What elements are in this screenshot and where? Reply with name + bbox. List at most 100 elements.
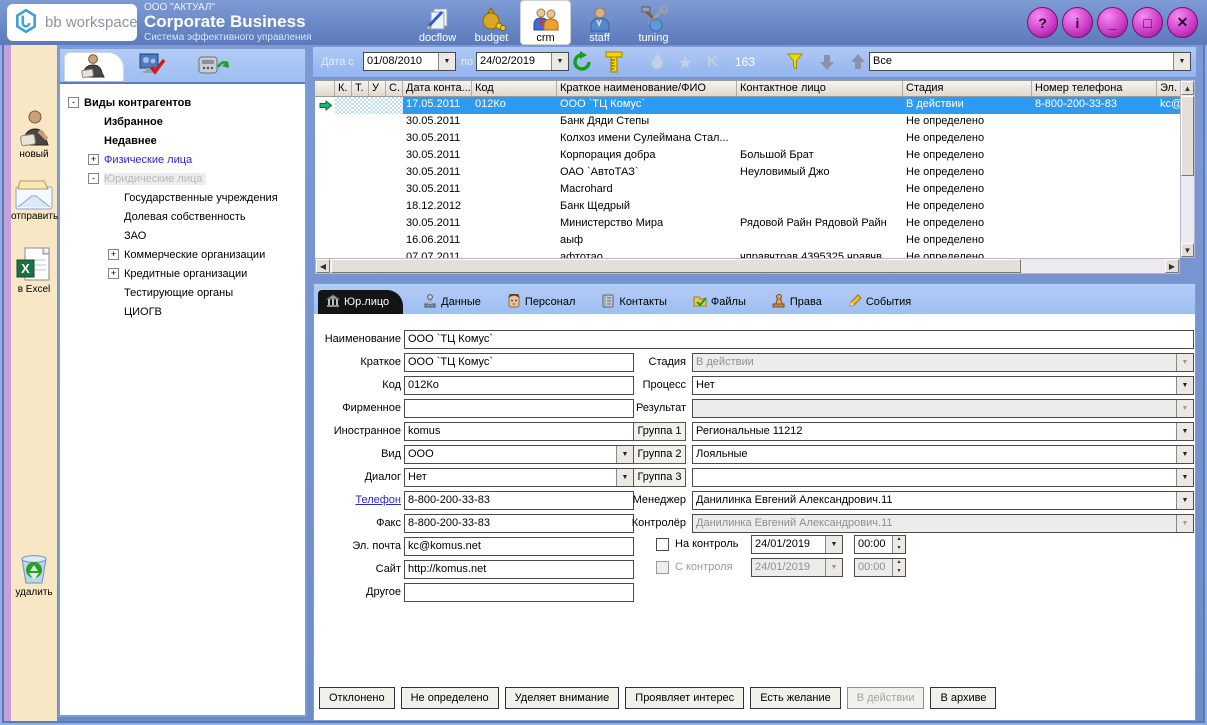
scroll-up-icon[interactable]: ▲: [1181, 81, 1194, 95]
tree-item-vidy-kontragentov[interactable]: - Виды контрагентов: [62, 93, 303, 112]
column-header-email[interactable]: Эл.: [1157, 81, 1180, 96]
tree-item-dolevaya[interactable]: Долевая собственность: [62, 207, 303, 226]
date-from-picker[interactable]: 01/08/2010 ▼: [363, 52, 456, 71]
send-button[interactable]: отправить: [11, 179, 57, 222]
module-staff[interactable]: staff: [575, 1, 624, 44]
horizontal-scrollbar[interactable]: ◀ ▶: [315, 258, 1180, 274]
tree-item-kreditnye[interactable]: + Кредитные организации: [62, 264, 303, 283]
table-row[interactable]: 30.05.2011 Корпорация добра Большой Брат…: [315, 148, 1180, 165]
tab-kontakty[interactable]: Контакты: [595, 290, 673, 314]
kind-select[interactable]: ООО ▼: [404, 445, 634, 464]
chevron-down-icon[interactable]: ▼: [616, 469, 633, 486]
tree-item-kommercheskie[interactable]: + Коммерческие организации: [62, 245, 303, 264]
tree-item-izbrannoe[interactable]: Избранное: [62, 112, 303, 131]
status-v-arhive-button[interactable]: В архиве: [930, 687, 996, 709]
flame-icon[interactable]: [648, 52, 666, 72]
email-field[interactable]: kc@komus.net: [404, 537, 634, 556]
name-field[interactable]: ООО `ТЦ Комус`: [404, 330, 1194, 349]
table-row[interactable]: 30.05.2011 ОАО `АвтоТАЗ` Неуловимый Джо …: [315, 165, 1180, 182]
tree-item-testiruyushchie[interactable]: Тестирующие органы: [62, 283, 303, 302]
minimize-button[interactable]: _: [1097, 7, 1128, 38]
chevron-down-icon[interactable]: ▼: [1176, 469, 1193, 486]
chevron-down-icon[interactable]: ▼: [1176, 492, 1193, 509]
column-header-u[interactable]: У: [369, 81, 386, 96]
chevron-down-icon[interactable]: ▼: [825, 536, 842, 553]
scroll-down-icon[interactable]: ▼: [1181, 243, 1194, 257]
chevron-down-icon[interactable]: ▼: [1173, 53, 1190, 70]
table-row[interactable]: 16.06.2011 аыф Не определено: [315, 233, 1180, 250]
column-header-marker[interactable]: [315, 81, 335, 96]
close-button[interactable]: ✕: [1167, 7, 1198, 38]
manager-select[interactable]: Данилинка Евгений Александрович.11 ▼: [692, 491, 1194, 510]
tab-jur-lico[interactable]: Юр.лицо: [318, 290, 403, 314]
table-row-selected[interactable]: 17.05.2011 012Ко ООО `ТЦ Комус` В действ…: [315, 97, 1180, 114]
status-ne-opredeleno-button[interactable]: Не определено: [401, 687, 499, 709]
help-button[interactable]: ?: [1027, 7, 1058, 38]
phone-link-label[interactable]: Телефон: [316, 494, 401, 506]
table-row[interactable]: 30.05.2011 Министерство Мира Рядовой Рай…: [315, 216, 1180, 233]
tree-item-ciogv[interactable]: ЦИОГВ: [62, 302, 303, 321]
table-row[interactable]: 30.05.2011 Банк Дяди Степы Не определено: [315, 114, 1180, 131]
tree-item-nedavnee[interactable]: Недавнее: [62, 131, 303, 150]
date-to-picker[interactable]: 24/02/2019 ▼: [476, 52, 569, 71]
table-row[interactable]: 30.05.2011 Колхоз имени Сулеймана Стал..…: [315, 131, 1180, 148]
module-tuning[interactable]: tuning: [629, 1, 678, 44]
column-header-stage[interactable]: Стадия: [903, 81, 1032, 96]
tab-prava[interactable]: Права: [766, 290, 828, 314]
info-button[interactable]: i: [1062, 7, 1093, 38]
scope-select[interactable]: Все ▼: [869, 52, 1191, 71]
dialog-select[interactable]: Нет ▼: [404, 468, 634, 487]
status-otkloneno-button[interactable]: Отклонено: [319, 687, 395, 709]
chevron-down-icon[interactable]: ▼: [1176, 423, 1193, 440]
module-budget[interactable]: budget: [467, 1, 516, 44]
new-record-button[interactable]: новый: [11, 109, 57, 160]
arrow-down-icon[interactable]: [818, 53, 836, 71]
chevron-down-icon[interactable]: ▼: [1176, 377, 1193, 394]
site-field[interactable]: http://komus.net: [404, 560, 634, 579]
column-header-code[interactable]: Код: [472, 81, 557, 96]
tab-counterparties[interactable]: [64, 52, 124, 81]
group2-select[interactable]: Лояльные ▼: [692, 445, 1194, 464]
refresh-icon[interactable]: [571, 51, 593, 73]
module-docflow[interactable]: docflow: [413, 1, 462, 44]
tree-item-fizicheskie-lica[interactable]: + Физические лица: [62, 150, 303, 169]
group1-select[interactable]: Региональные 11212 ▼: [692, 422, 1194, 441]
oncontrol-time-spinner[interactable]: 00:00 ▲▼: [854, 535, 906, 554]
column-header-phone[interactable]: Номер телефона: [1032, 81, 1157, 96]
column-header-t[interactable]: Т.: [352, 81, 369, 96]
tab-calls[interactable]: [190, 52, 236, 80]
column-header-contact[interactable]: Контактное лицо: [737, 81, 903, 96]
arrow-up-icon[interactable]: [849, 53, 867, 71]
group1-button[interactable]: Группа 1: [633, 422, 686, 441]
column-header-s[interactable]: С.: [386, 81, 403, 96]
module-crm-active[interactable]: crm: [521, 1, 570, 44]
tree-item-yuridicheskie-lica-selected[interactable]: - Юридические лица: [62, 169, 303, 188]
expand-icon[interactable]: +: [108, 268, 119, 279]
other-field[interactable]: [404, 583, 634, 602]
scroll-left-icon[interactable]: ◀: [316, 259, 330, 273]
vertical-scroll-thumb[interactable]: [1181, 96, 1194, 176]
funnel-filter-icon[interactable]: [785, 52, 805, 72]
maximize-button[interactable]: □: [1132, 7, 1163, 38]
spin-up-icon[interactable]: ▲: [893, 536, 905, 545]
vertical-scrollbar[interactable]: ▲ ▼: [1180, 80, 1195, 258]
tab-sobytiya[interactable]: События: [842, 290, 917, 314]
group3-select[interactable]: ▼: [692, 468, 1194, 487]
group3-button[interactable]: Группа 3: [633, 468, 686, 487]
tab-tasks[interactable]: [132, 52, 172, 80]
oncontrol-checkbox[interactable]: [656, 538, 669, 551]
status-est-zhelanie-button[interactable]: Есть желание: [750, 687, 841, 709]
tab-personal[interactable]: Персонал: [501, 290, 582, 314]
chevron-down-icon[interactable]: ▼: [438, 53, 455, 70]
expand-icon[interactable]: +: [108, 249, 119, 260]
star-icon[interactable]: ★: [678, 53, 692, 73]
foreign-field[interactable]: komus: [404, 422, 634, 441]
export-excel-button[interactable]: X в Excel: [11, 246, 57, 295]
process-select[interactable]: Нет ▼: [692, 376, 1194, 395]
tree-item-zao[interactable]: ЗАО: [62, 226, 303, 245]
column-header-k[interactable]: К.: [335, 81, 352, 96]
tab-faily[interactable]: Файлы: [687, 290, 752, 314]
chevron-down-icon[interactable]: ▼: [616, 446, 633, 463]
collapse-icon[interactable]: -: [88, 173, 99, 184]
scroll-right-icon[interactable]: ▶: [1165, 259, 1179, 273]
